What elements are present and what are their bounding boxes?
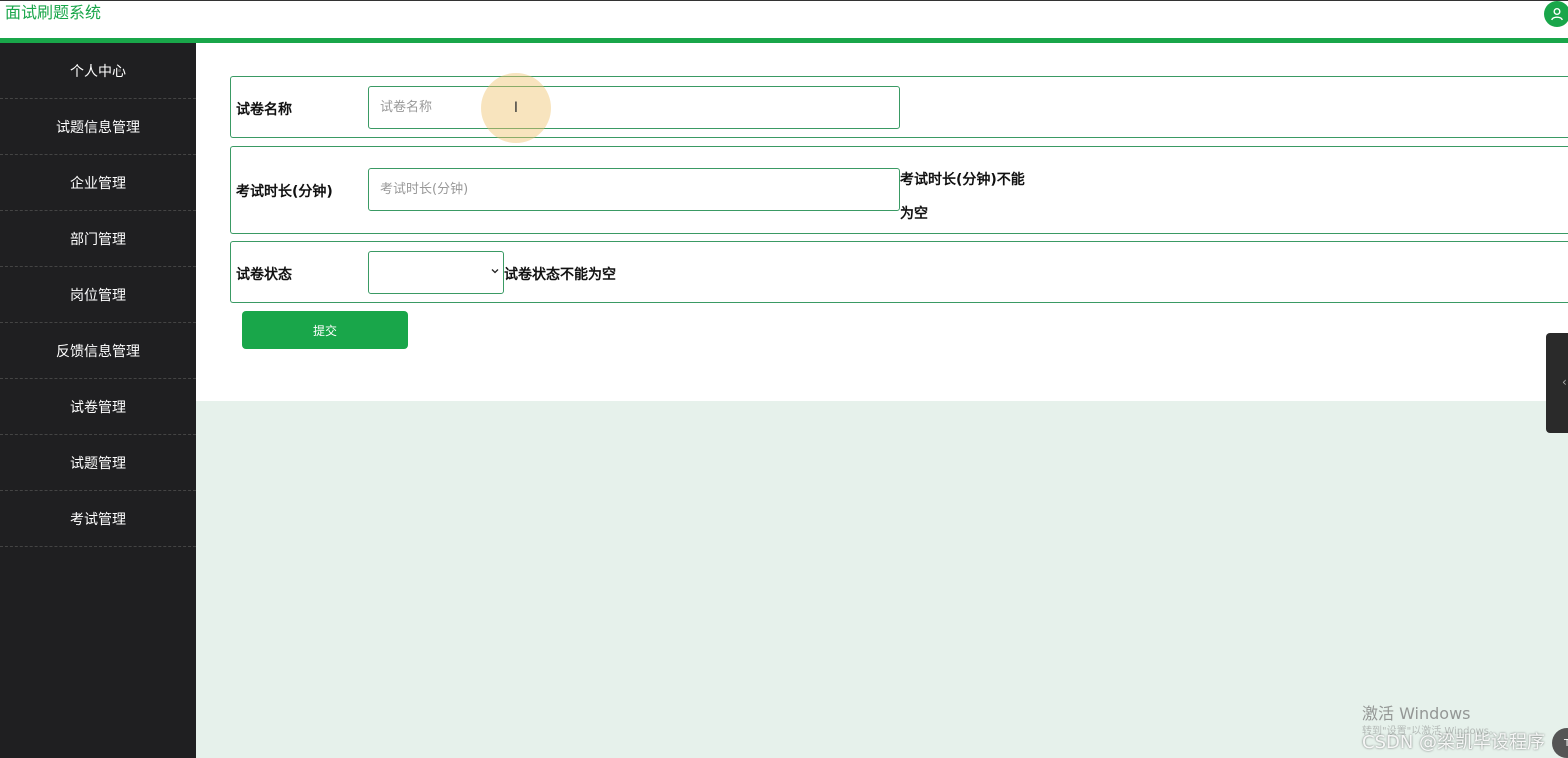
- sidebar-item-department[interactable]: 部门管理: [0, 211, 196, 267]
- form-row-paper-status: 试卷状态 试卷状态不能为空: [230, 241, 1568, 303]
- sidebar-item-company[interactable]: 企业管理: [0, 155, 196, 211]
- user-icon-glyph: [1551, 8, 1563, 21]
- paper-status-label: 试卷状态: [236, 267, 292, 283]
- sidebar-item-exam[interactable]: 考试管理: [0, 491, 196, 547]
- paper-status-error: 试卷状态不能为空: [504, 267, 616, 283]
- corner-badge[interactable]: T: [1552, 728, 1568, 758]
- windows-activation-title: 激活 Windows: [1362, 704, 1471, 723]
- sidebar-dot-icon: [128, 349, 131, 352]
- sidebar-item-feedback[interactable]: 反馈信息管理: [0, 323, 196, 379]
- paper-name-input[interactable]: [368, 86, 900, 129]
- sidebar-item-question-info[interactable]: 试题信息管理: [0, 99, 196, 155]
- text-cursor-icon: I: [513, 100, 519, 116]
- sidebar-item-position[interactable]: 岗位管理: [0, 267, 196, 323]
- side-drawer-handle[interactable]: ‹: [1546, 333, 1568, 433]
- exam-duration-error-line2: 为空: [900, 206, 928, 222]
- app-title: 面试刷题系统: [5, 3, 102, 22]
- sidebar-item-exam-paper[interactable]: 试卷管理: [0, 379, 196, 435]
- sidebar-dot-icon: [128, 125, 131, 128]
- sidebar-dot-icon: [118, 461, 121, 464]
- paper-status-select[interactable]: [368, 251, 504, 294]
- sidebar-dot-icon: [118, 69, 121, 72]
- sidebar-dot-icon: [118, 181, 121, 184]
- sidebar-dot-icon: [118, 405, 121, 408]
- chevron-down-icon: [491, 269, 499, 274]
- form-row-exam-duration: 考试时长(分钟) 考试时长(分钟)不能 为空: [230, 146, 1568, 234]
- csdn-watermark: CSDN @梁凯毕设程序: [1362, 732, 1546, 753]
- cursor-highlight: I: [481, 73, 551, 143]
- exam-duration-error-line1: 考试时长(分钟)不能: [900, 172, 1025, 188]
- exam-duration-error: 考试时长(分钟)不能 为空: [900, 163, 1030, 231]
- sidebar-dot-icon: [118, 517, 121, 520]
- sidebar: 个人中心 试题信息管理 企业管理 部门管理 岗位管理 反馈信息管理 试卷管理 试…: [0, 43, 196, 758]
- sidebar-dot-icon: [118, 293, 121, 296]
- exam-duration-label: 考试时长(分钟): [236, 184, 333, 200]
- sidebar-item-questions[interactable]: 试题管理: [0, 435, 196, 491]
- user-icon[interactable]: [1544, 1, 1568, 27]
- exam-duration-input[interactable]: [368, 168, 900, 211]
- top-header: 面试刷题系统: [0, 0, 1568, 38]
- chevron-left-icon: ‹: [1562, 375, 1567, 389]
- submit-button[interactable]: 提交: [242, 311, 408, 349]
- sidebar-item-personal-center[interactable]: 个人中心: [0, 43, 196, 99]
- form-row-paper-name: 试卷名称: [230, 76, 1568, 138]
- paper-name-label: 试卷名称: [236, 102, 292, 118]
- sidebar-dot-icon: [118, 237, 121, 240]
